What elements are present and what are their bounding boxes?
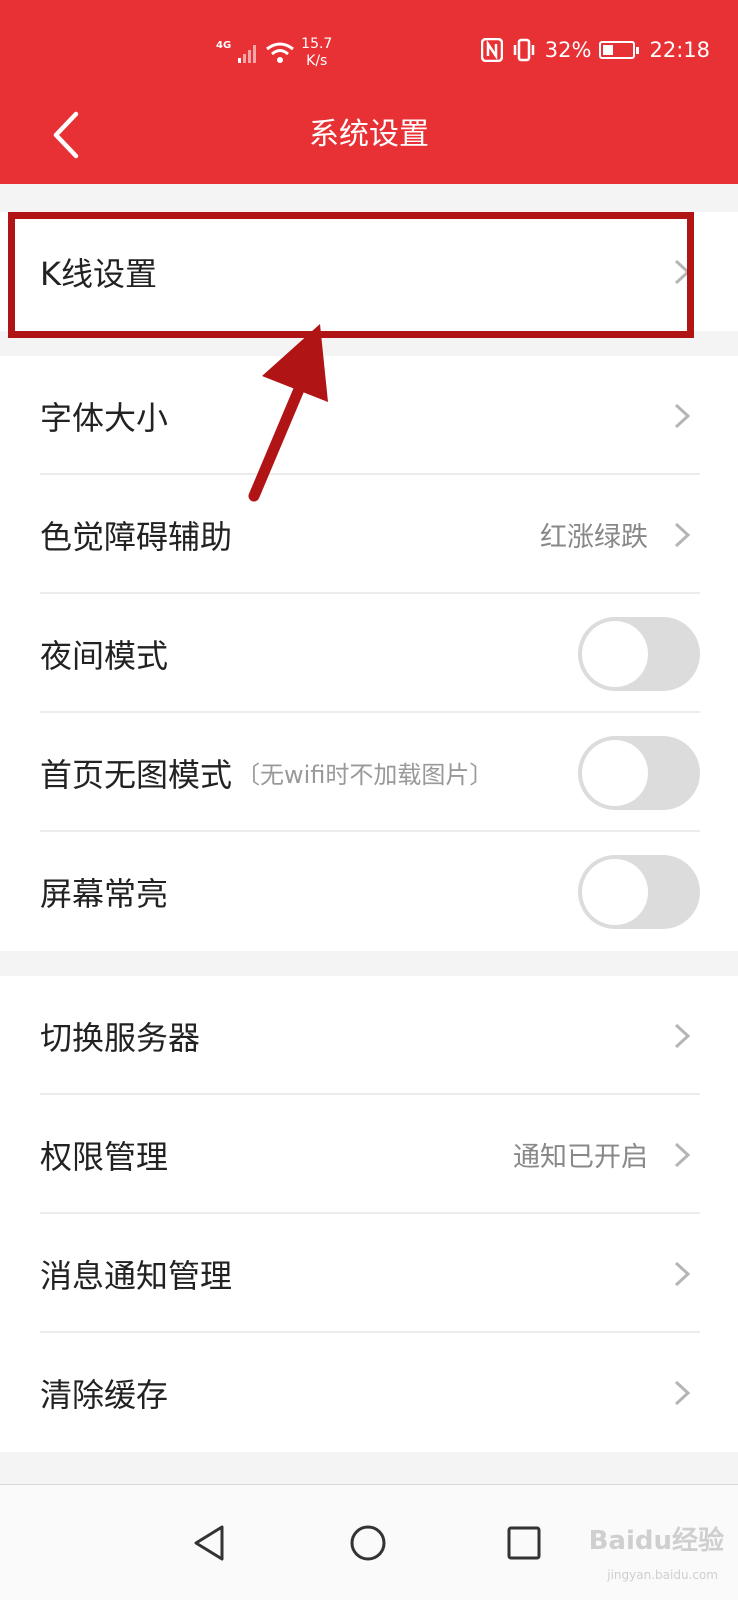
color-blind-assist-value: 红涨绿跌 xyxy=(540,522,648,553)
chevron-right-icon xyxy=(674,522,691,548)
night-mode-label: 夜间模式 xyxy=(40,636,169,675)
screen-always-on-toggle[interactable] xyxy=(578,854,700,929)
baidu-watermark-url: jingyan.baidu.com xyxy=(607,1568,718,1582)
switch-server-row[interactable]: 切换服务器 xyxy=(0,976,738,1095)
no-image-mode-row: 首页无图模式 〔无wifi时不加载图片〕 xyxy=(0,713,738,832)
battery-icon xyxy=(599,41,640,59)
font-size-row[interactable]: 字体大小 xyxy=(0,356,738,475)
chevron-right-icon xyxy=(674,1261,691,1287)
system-status: 32% 22:18 xyxy=(480,38,710,62)
nav-recents-icon[interactable] xyxy=(502,1521,546,1565)
clear-cache-label: 清除缓存 xyxy=(40,1375,169,1414)
nav-back-icon[interactable] xyxy=(188,1521,232,1565)
display-group: 字体大小 色觉障碍辅助 红涨绿跌 夜间模式 首页无图模式 〔无wifi时不加载图… xyxy=(0,356,738,951)
status-bar: 4G 15.7 K/s 32% 22:18 xyxy=(0,0,738,100)
chevron-right-icon xyxy=(674,403,691,429)
annotation-highlight-box xyxy=(8,212,694,338)
net-speed-value: 15.7 xyxy=(301,36,333,52)
permission-management-label: 权限管理 xyxy=(40,1137,169,1176)
nfc-icon xyxy=(480,38,503,62)
wifi-icon xyxy=(266,42,295,63)
permission-management-value: 通知已开启 xyxy=(513,1142,648,1173)
battery-percent: 32% xyxy=(544,38,592,62)
chevron-right-icon xyxy=(674,1023,691,1049)
color-blind-assist-label: 色觉障碍辅助 xyxy=(40,517,233,556)
vibrate-icon xyxy=(513,38,535,62)
net-speed-unit: K/s xyxy=(306,53,328,69)
no-image-mode-toggle[interactable] xyxy=(578,735,700,810)
no-image-mode-label: 首页无图模式 xyxy=(40,755,233,794)
network-status: 4G 15.7 K/s xyxy=(216,36,332,70)
notification-management-label: 消息通知管理 xyxy=(40,1256,233,1295)
clear-cache-row[interactable]: 清除缓存 xyxy=(0,1333,738,1452)
clock: 22:18 xyxy=(649,38,710,62)
app-header: 4G 15.7 K/s 32% 22:18 系统设置 xyxy=(0,0,738,184)
toggle-knob xyxy=(582,620,648,687)
screen-always-on-row: 屏幕常亮 xyxy=(0,832,738,951)
color-blind-assist-row[interactable]: 色觉障碍辅助 红涨绿跌 xyxy=(0,475,738,594)
baidu-watermark: Baidu经验 xyxy=(588,1526,724,1556)
page-title: 系统设置 xyxy=(309,117,429,152)
net-speed: 15.7 K/s xyxy=(301,36,332,70)
toggle-knob xyxy=(582,858,648,925)
chevron-right-icon xyxy=(674,1142,691,1168)
switch-server-label: 切换服务器 xyxy=(40,1018,201,1057)
night-mode-toggle[interactable] xyxy=(578,616,700,691)
signal-4g-icon: 4G xyxy=(216,39,232,51)
annotation-arrow-icon xyxy=(248,324,328,502)
notification-management-row[interactable]: 消息通知管理 xyxy=(0,1214,738,1333)
signal-bars-icon xyxy=(238,45,257,63)
toggle-knob xyxy=(582,739,648,806)
chevron-right-icon xyxy=(674,1380,691,1406)
screen-always-on-label: 屏幕常亮 xyxy=(40,874,169,913)
font-size-label: 字体大小 xyxy=(40,398,169,437)
system-group: 切换服务器 权限管理 通知已开启 消息通知管理 清除缓存 xyxy=(0,976,738,1452)
permission-management-row[interactable]: 权限管理 通知已开启 xyxy=(0,1095,738,1214)
no-image-mode-hint: 〔无wifi时不加载图片〕 xyxy=(236,761,494,789)
night-mode-row: 夜间模式 xyxy=(0,594,738,713)
nav-home-icon[interactable] xyxy=(346,1521,390,1565)
